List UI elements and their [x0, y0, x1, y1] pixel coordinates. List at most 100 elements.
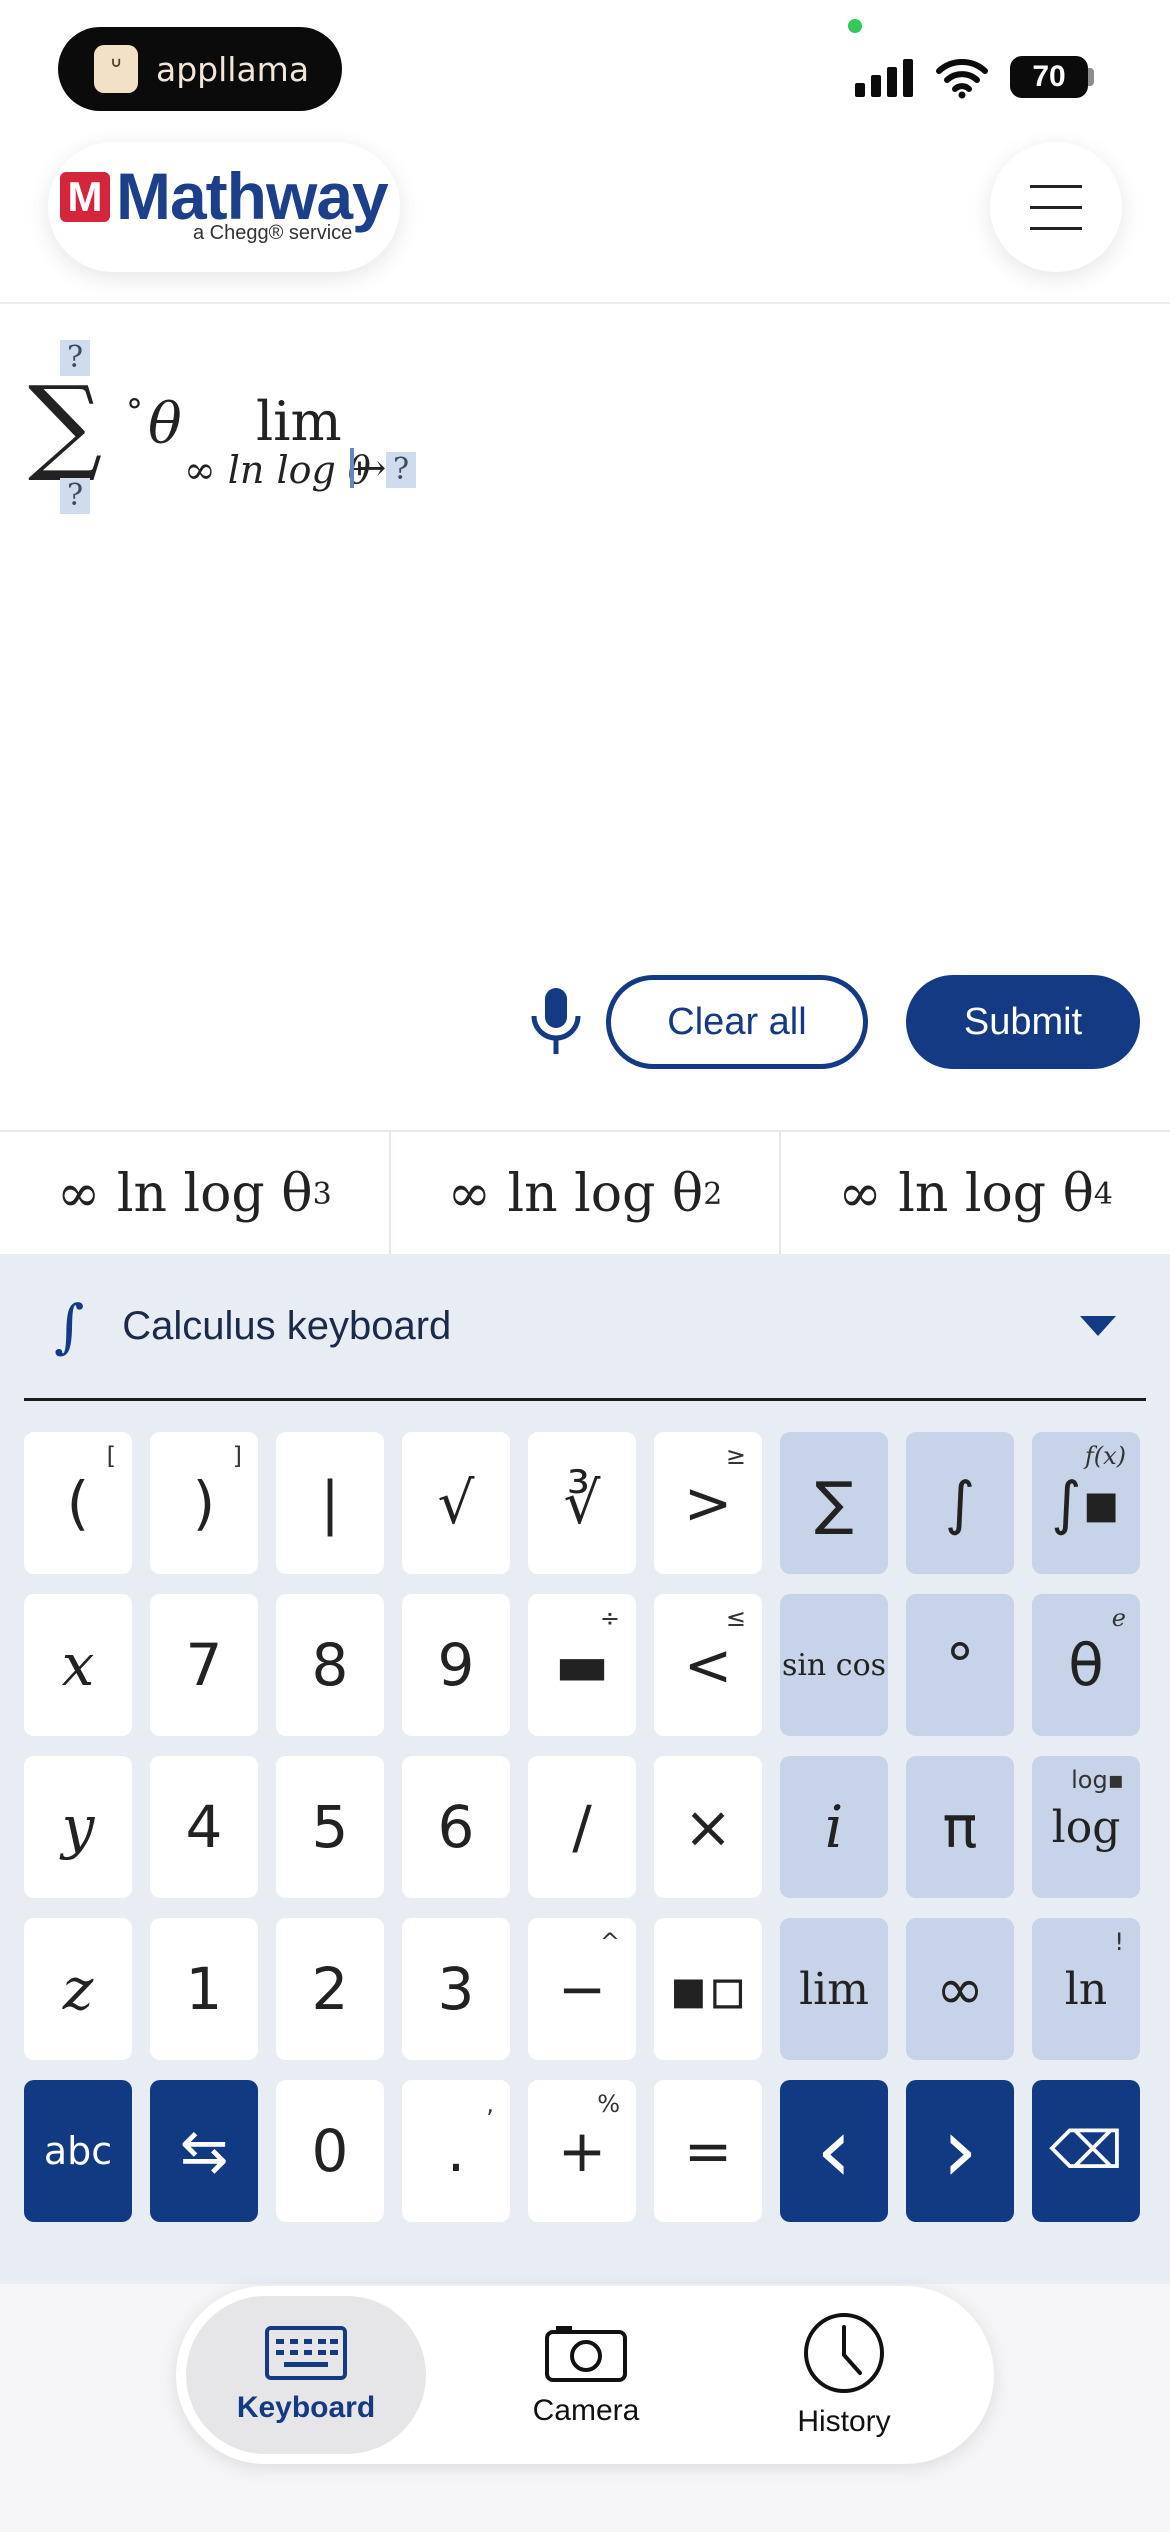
limit-subscript: ∞ ln log θ	[184, 448, 371, 492]
key-label: y	[61, 1793, 95, 1861]
limit-target-placeholder[interactable]: ?	[386, 452, 416, 488]
suggestion-bar: ∞ ln log θ3 ∞ ln log θ2 ∞ ln log θ4	[0, 1130, 1170, 1256]
2-key[interactable]: 2	[276, 1918, 384, 2060]
degree-symbol: °	[126, 392, 143, 432]
key-label: √	[437, 1469, 475, 1537]
keyboard-icon	[265, 2326, 347, 2380]
summation-key[interactable]: ∑	[780, 1432, 888, 1574]
less-than-key[interactable]: < ≤	[654, 1594, 762, 1736]
absolute-value-key[interactable]: |	[276, 1432, 384, 1574]
backspace-key[interactable]: ⌫	[1032, 2080, 1140, 2222]
clear-all-button[interactable]: Clear all	[606, 975, 868, 1069]
key-label: sin cos	[781, 1647, 887, 1683]
header-divider	[0, 302, 1170, 304]
key-secondary-label: ^	[599, 1928, 620, 1956]
key-label: 1	[185, 1955, 223, 2023]
key-label: 5	[311, 1793, 349, 1861]
key-label: ▬	[554, 1631, 610, 1699]
limit-key[interactable]: lim	[780, 1918, 888, 2060]
microphone-icon[interactable]	[528, 986, 584, 1056]
sqrt-key[interactable]: √	[402, 1432, 510, 1574]
suggestion-base: ∞ ln log θ	[447, 1164, 704, 1224]
z-key[interactable]: z	[24, 1918, 132, 2060]
screen-recorder-badge: ᐡ appllama	[58, 27, 342, 111]
theta-key[interactable]: θe	[1032, 1594, 1140, 1736]
exponent-key[interactable]: ▪▫	[654, 1918, 762, 2060]
nav-keyboard-label: Keyboard	[236, 2391, 376, 2424]
dropdown-caret-icon	[1080, 1316, 1116, 1336]
limit-operator: lim	[256, 390, 342, 453]
suggestion-base: ∞ ln log θ	[838, 1164, 1094, 1224]
equals-key[interactable]: =	[654, 2080, 762, 2222]
6-key[interactable]: 6	[402, 1756, 510, 1898]
integral-icon: ∫	[54, 1292, 85, 1360]
key-label: ∑	[814, 1469, 854, 1537]
clock-icon	[804, 2313, 884, 2393]
key-label: ∫	[944, 1469, 976, 1537]
key-label: (	[66, 1469, 90, 1537]
nth-root-key[interactable]: ∛	[528, 1432, 636, 1574]
infinity-key[interactable]: ∞	[906, 1918, 1014, 2060]
4-key[interactable]: 4	[150, 1756, 258, 1898]
menu-button[interactable]	[990, 142, 1122, 272]
5-key[interactable]: 5	[276, 1756, 384, 1898]
key-label: 9	[437, 1631, 475, 1699]
0-key[interactable]: 0	[276, 2080, 384, 2222]
key-label: ‹	[816, 2098, 852, 2203]
key-label: °	[945, 1631, 975, 1699]
multiply-key[interactable]: ×	[654, 1756, 762, 1898]
mathway-logo[interactable]: M Mathway a Chegg® service	[48, 142, 400, 272]
battery-tip	[1088, 68, 1094, 86]
cursor-right-key[interactable]: ›	[906, 2080, 1014, 2222]
key-label: lim	[799, 1963, 869, 2015]
nav-history-label: History	[797, 2405, 891, 2438]
greater-than-key[interactable]: > ≥	[654, 1432, 762, 1574]
minus-key[interactable]: − ^	[528, 1918, 636, 2060]
key-label: ⇆	[179, 2117, 229, 2185]
slash-key[interactable]: /	[528, 1756, 636, 1898]
nav-keyboard[interactable]: Keyboard	[186, 2296, 426, 2454]
close-paren-key[interactable]: )]	[150, 1432, 258, 1574]
imaginary-i-key[interactable]: i	[780, 1756, 888, 1898]
abc-key[interactable]: abc	[24, 2080, 132, 2222]
integral-key[interactable]: ∫	[906, 1432, 1014, 1574]
y-key[interactable]: y	[24, 1756, 132, 1898]
log-key[interactable]: log log▪	[1032, 1756, 1140, 1898]
1-key[interactable]: 1	[150, 1918, 258, 2060]
submit-button[interactable]: Submit	[906, 975, 1140, 1069]
key-label: −	[557, 1955, 607, 2023]
plus-key[interactable]: +%	[528, 2080, 636, 2222]
sum-lower-placeholder[interactable]: ?	[60, 478, 90, 514]
key-label: ∞	[935, 1955, 985, 2023]
open-paren-key[interactable]: ([	[24, 1432, 132, 1574]
cursor-left-key[interactable]: ‹	[780, 2080, 888, 2222]
nav-camera-label: Camera	[532, 2394, 640, 2427]
key-label: ›	[942, 2098, 978, 2203]
suggestion-3[interactable]: ∞ ln log θ4	[781, 1132, 1170, 1256]
swap-key[interactable]: ⇆	[150, 2080, 258, 2222]
math-input-area[interactable]: ? ∑ ? ° θ lim ∞ ln log θ ↦ ?	[0, 320, 1170, 540]
key-label: ∫▪	[1051, 1469, 1121, 1537]
decimal-key[interactable]: .,	[402, 2080, 510, 2222]
key-label: )	[192, 1469, 216, 1537]
fraction-key[interactable]: ▬ ÷	[528, 1594, 636, 1736]
ln-key[interactable]: ln!	[1032, 1918, 1140, 2060]
nav-history[interactable]: History	[724, 2296, 964, 2454]
definite-integral-key[interactable]: ∫▪ f(x)	[1032, 1432, 1140, 1574]
nav-camera[interactable]: Camera	[466, 2296, 706, 2454]
x-key[interactable]: x	[24, 1594, 132, 1736]
pi-key[interactable]: π	[906, 1756, 1014, 1898]
suggestion-2[interactable]: ∞ ln log θ2	[391, 1132, 782, 1256]
suggestion-1[interactable]: ∞ ln log θ3	[0, 1132, 391, 1256]
9-key[interactable]: 9	[402, 1594, 510, 1736]
keyboard-selector[interactable]: ∫ Calculus keyboard	[24, 1254, 1146, 1401]
key-label: .	[446, 2117, 466, 2185]
8-key[interactable]: 8	[276, 1594, 384, 1736]
3-key[interactable]: 3	[402, 1918, 510, 2060]
bottom-navigation: Keyboard Camera History	[176, 2286, 994, 2464]
key-label: >	[683, 1469, 733, 1537]
7-key[interactable]: 7	[150, 1594, 258, 1736]
key-label: i	[824, 1793, 844, 1861]
trig-key[interactable]: sin cos	[780, 1594, 888, 1736]
degree-key[interactable]: °	[906, 1594, 1014, 1736]
